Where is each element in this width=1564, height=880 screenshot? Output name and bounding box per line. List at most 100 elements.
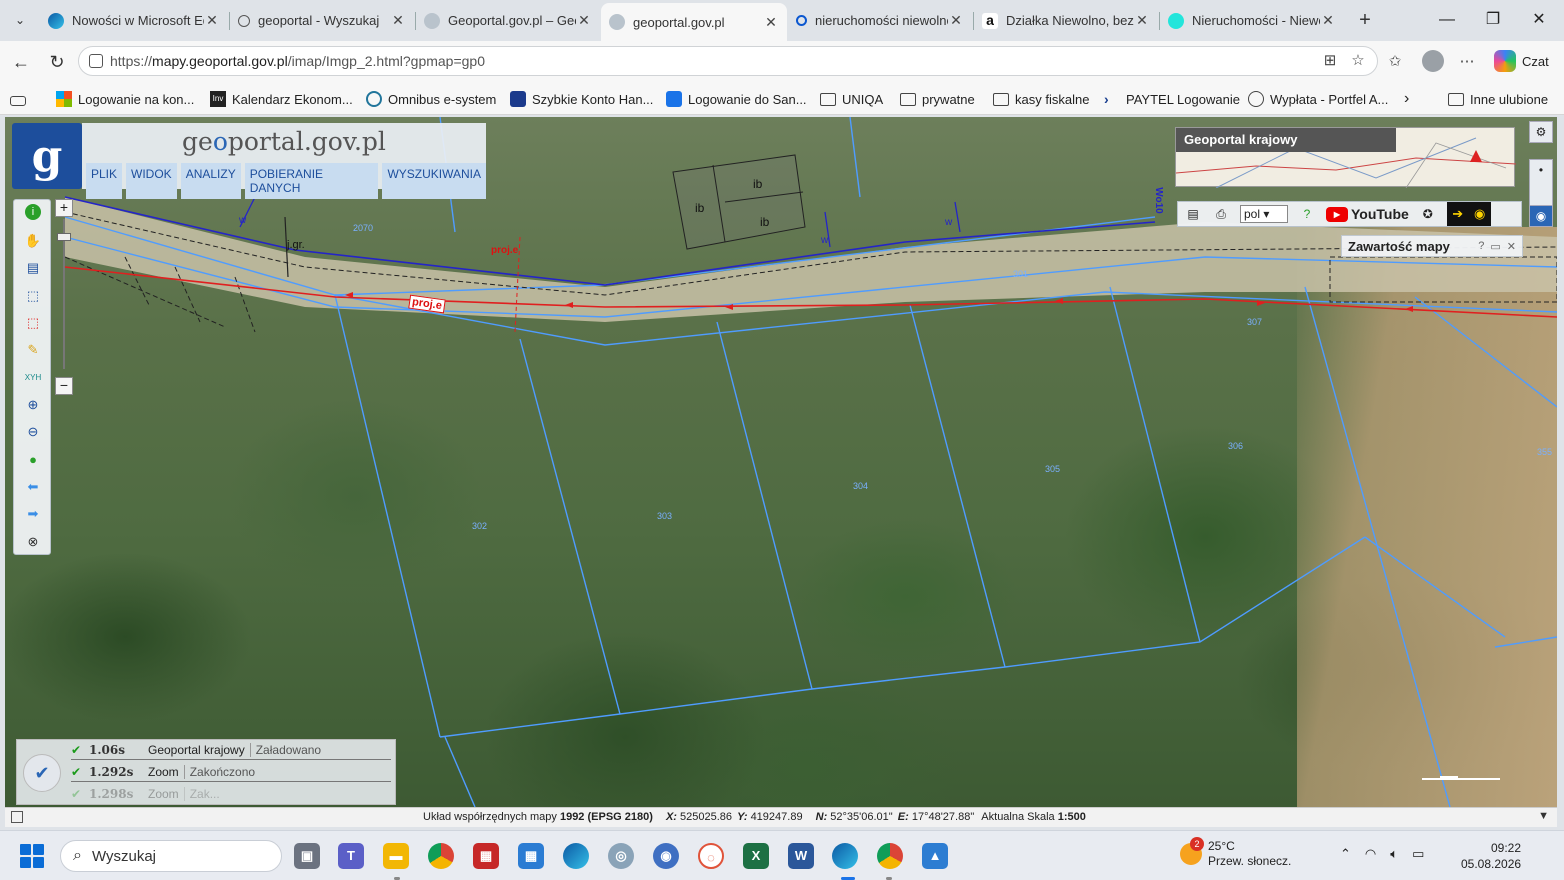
menu-widok[interactable]: WIDOK	[126, 163, 177, 199]
info-icon[interactable]: i	[25, 204, 41, 220]
arrow-left-icon[interactable]: ⬅	[23, 477, 43, 497]
fav-item[interactable]: kasy fiskalne	[993, 89, 1089, 109]
fav-item[interactable]: Szybkie Konto Han...	[510, 89, 653, 109]
fav-item[interactable]: UNIQA	[820, 89, 883, 109]
teams-icon[interactable]: T	[338, 843, 364, 869]
volume-icon[interactable]: 🔈︎	[1390, 846, 1398, 862]
close-icon[interactable]: ✕	[763, 14, 779, 31]
refresh-button[interactable]: ↻	[44, 49, 70, 75]
visibility-icon[interactable]: ◉	[1529, 205, 1553, 227]
chrome-profile-icon[interactable]	[877, 843, 903, 869]
zoom-track[interactable]	[63, 219, 65, 369]
gift-icon[interactable]: ▦	[473, 843, 499, 869]
zoom-slider[interactable]: + −	[53, 199, 73, 399]
battery-icon[interactable]: ▭	[1412, 846, 1424, 862]
close-icon[interactable]: ✕	[576, 12, 592, 29]
weather-widget[interactable]: 2 25°C Przew. słonecz.	[1180, 837, 1291, 869]
fav-item[interactable]: prywatne	[900, 89, 975, 109]
check-icon[interactable]: ✔	[23, 754, 61, 792]
more-options-icon[interactable]: ⋯	[1456, 51, 1478, 73]
select-area-icon[interactable]: ⬚	[23, 286, 43, 306]
app-available-icon[interactable]: ⊞	[1319, 50, 1341, 72]
new-tab-button[interactable]: +	[1352, 8, 1378, 34]
minimize-button[interactable]: —	[1424, 8, 1470, 32]
accessibility-icon[interactable]: ✪	[1419, 205, 1437, 223]
fav-item[interactable]: Logowanie do San...	[666, 89, 807, 109]
close-icon[interactable]: ✕	[1134, 12, 1150, 29]
side-panel-toggle[interactable]: •	[1529, 159, 1553, 211]
tab-olx[interactable]: Nieruchomości - Niewolno ✕	[1160, 3, 1344, 38]
list-icon[interactable]: ▤	[1184, 205, 1202, 223]
edge-icon[interactable]	[832, 843, 858, 869]
menu-wyszukiwania[interactable]: WYSZUKIWANIA	[382, 163, 486, 199]
close-icon[interactable]: ✕	[1320, 12, 1336, 29]
fav-item[interactable]: Omnibus e-system	[366, 89, 496, 109]
more-favorites-chevron-icon[interactable]: ›	[1404, 89, 1409, 109]
maximize-button[interactable]: ❐	[1470, 8, 1516, 32]
chevron-up-icon[interactable]: ⌃	[1340, 846, 1351, 862]
contrast-toggle[interactable]: ➔ ◉	[1446, 202, 1491, 226]
menu-plik[interactable]: PLIK	[86, 163, 123, 199]
zoom-knob[interactable]	[57, 233, 71, 241]
tab-geoportal-home[interactable]: Geoportal.gov.pl – Geoportal ✕	[416, 3, 600, 38]
zoom-plus-button[interactable]: +	[55, 199, 73, 217]
word-icon[interactable]: W	[788, 843, 814, 869]
chrome-icon[interactable]	[428, 843, 454, 869]
clear-selection-icon[interactable]: ⬚	[23, 313, 43, 333]
zoom-minus-button[interactable]: −	[55, 377, 73, 395]
zoom-out-icon[interactable]: ⊖	[23, 422, 43, 442]
close-icon[interactable]: ✕	[204, 12, 220, 29]
task-view-icon[interactable]: ▣	[294, 843, 320, 869]
pan-hand-icon[interactable]: ✋	[23, 231, 43, 251]
legend-icon[interactable]: ▤	[23, 258, 43, 278]
tab-geoportal-search[interactable]: geoportal - Wyszukaj ✕	[230, 3, 414, 38]
chevron-down-icon[interactable]: ▼	[1538, 810, 1549, 822]
youtube-link[interactable]: ▶ YouTube	[1326, 206, 1409, 222]
tab-search-nieruchomosci[interactable]: nieruchomości niewolno ✕	[788, 3, 972, 38]
close-icon[interactable]: ✕	[1507, 240, 1516, 253]
maximize-icon[interactable]: ▭	[1490, 240, 1500, 253]
url-input[interactable]: https://mapy.geoportal.gov.pl/imap/Imgp_…	[78, 46, 1378, 76]
fav-item[interactable]: › PAYTEL Logowanie	[1104, 89, 1240, 109]
clock[interactable]: 09:22 05.08.2026	[1461, 840, 1521, 872]
excel-icon[interactable]: X	[743, 843, 769, 869]
tab-geoportal-map[interactable]: geoportal.gov.pl ✕	[601, 3, 787, 41]
xyz-coordinates-icon[interactable]: XYH	[23, 368, 43, 388]
globe-app-icon[interactable]: ◉	[653, 843, 679, 869]
fav-item[interactable]: Inv Kalendarz Ekonom...	[210, 89, 353, 109]
profile-avatar[interactable]	[1422, 50, 1444, 72]
settings-icon[interactable]: ⚙	[1529, 121, 1553, 143]
arrow-right-icon[interactable]: ➡	[23, 504, 43, 524]
full-extent-icon[interactable]: ⊗	[23, 532, 43, 552]
taskbar-search[interactable]: ⌕ Wyszukaj	[60, 840, 282, 872]
menu-pobieranie-danych[interactable]: POBIERANIE DANYCH	[244, 163, 379, 199]
close-window-button[interactable]: ✕	[1516, 8, 1562, 32]
tab-dzialka[interactable]: a Działka Niewolno, bez p ✕	[974, 3, 1158, 38]
language-select[interactable]: pol ▾	[1240, 205, 1288, 223]
fav-other[interactable]: Inne ulubione	[1448, 89, 1548, 109]
windows-start-button[interactable]	[20, 844, 44, 868]
back-button[interactable]: ←	[8, 49, 34, 75]
overview-map[interactable]: Geoportal krajowy	[1175, 127, 1516, 188]
globe-icon[interactable]: ●	[23, 450, 43, 470]
fav-item[interactable]: Logowanie na kon...	[56, 89, 194, 109]
close-icon[interactable]: ✕	[948, 12, 964, 29]
print-icon[interactable]: ⎙	[1212, 205, 1230, 223]
star-icon[interactable]: ☆	[1347, 50, 1369, 72]
network-app-icon[interactable]: ◎	[608, 843, 634, 869]
file-explorer-icon[interactable]: ▬	[383, 843, 409, 869]
pencil-icon[interactable]: ✎	[23, 340, 43, 360]
geoportal-logo[interactable]: g	[12, 123, 82, 189]
help-icon[interactable]: ?	[1298, 205, 1316, 223]
tab-edge-news[interactable]: Nowości w Microsoft Edge ✕	[40, 3, 228, 38]
copilot-button[interactable]: Czat	[1494, 48, 1556, 74]
edge-beta-icon[interactable]	[563, 843, 589, 869]
tab-actions-button[interactable]: ⌄	[6, 6, 34, 34]
app-circle-icon[interactable]: ◌	[698, 843, 724, 869]
resize-corner-icon[interactable]	[11, 811, 23, 823]
favorites-icon[interactable]: ✩	[1384, 51, 1406, 73]
wifi-icon[interactable]: ◠	[1365, 846, 1376, 862]
help-icon[interactable]: ?	[1478, 240, 1484, 253]
store-icon[interactable]: ▦	[518, 843, 544, 869]
map-content-panel[interactable]: Zawartość mapy ? ▭ ✕	[1341, 235, 1523, 257]
